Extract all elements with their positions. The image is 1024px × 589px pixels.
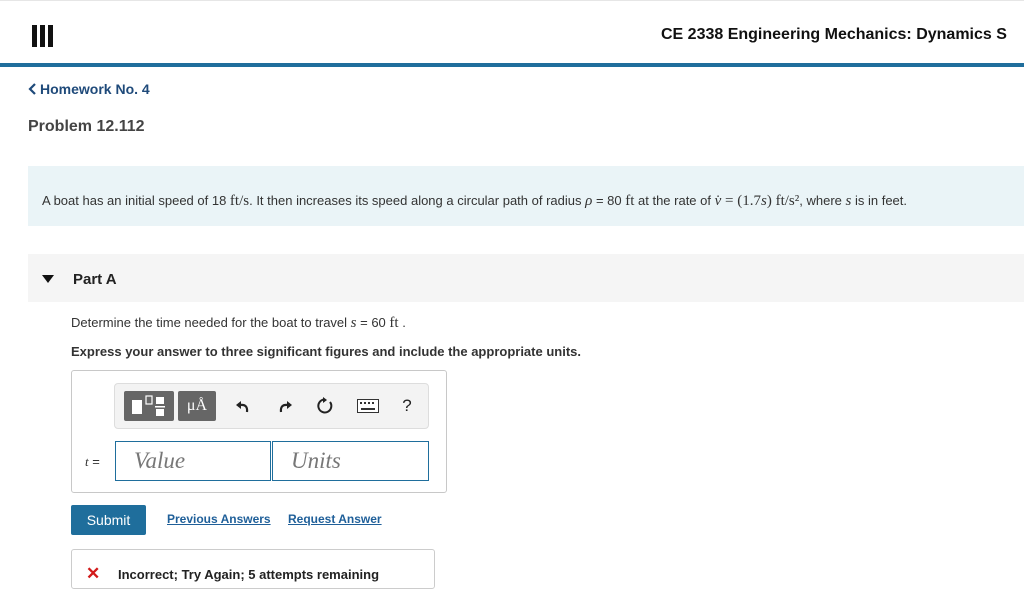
course-title: CE 2338 Engineering Mechanics: Dynamics … [661, 26, 1007, 43]
templates-button[interactable] [124, 391, 174, 421]
help-button[interactable]: ? [397, 391, 417, 421]
units-input[interactable] [272, 441, 429, 481]
redo-icon[interactable] [273, 391, 297, 421]
request-answer-link[interactable]: Request Answer [288, 512, 382, 526]
part-a-header[interactable]: Part A [28, 254, 1024, 302]
problem-title: Problem 12.112 [28, 118, 145, 135]
problem-statement: A boat has an initial speed of 18 ft/s. … [28, 166, 1024, 226]
back-link-label: Homework No. 4 [40, 81, 150, 97]
reset-icon[interactable] [313, 391, 337, 421]
answer-instruction: Express your answer to three significant… [71, 344, 581, 359]
value-input[interactable] [115, 441, 271, 481]
math-toolbar: μÅ ? [114, 383, 429, 429]
feedback-box: ✕ Incorrect; Try Again; 5 attempts remai… [71, 549, 435, 589]
submit-button[interactable]: Submit [71, 505, 146, 535]
answer-entry-box: μÅ ? t = [71, 370, 447, 493]
units-button[interactable]: μÅ [178, 391, 216, 421]
keyboard-icon[interactable] [353, 391, 383, 421]
templates-icon [132, 395, 165, 416]
top-bar: CE 2338 Engineering Mechanics: Dynamics … [0, 0, 1024, 64]
previous-answers-link[interactable]: Previous Answers [167, 512, 271, 526]
caret-down-icon [42, 275, 54, 283]
chevron-left-icon [28, 83, 36, 95]
undo-icon[interactable] [231, 391, 255, 421]
back-to-assignment-link[interactable]: Homework No. 4 [28, 81, 150, 97]
part-label: Part A [73, 271, 117, 288]
answer-variable-label: t = [85, 454, 100, 469]
hamburger-menu-icon[interactable] [32, 25, 54, 47]
feedback-text: Incorrect; Try Again; 5 attempts remaini… [118, 567, 380, 582]
header-accent-line [0, 63, 1024, 67]
part-question: Determine the time needed for the boat t… [71, 315, 406, 331]
x-mark-icon: ✕ [86, 564, 101, 583]
